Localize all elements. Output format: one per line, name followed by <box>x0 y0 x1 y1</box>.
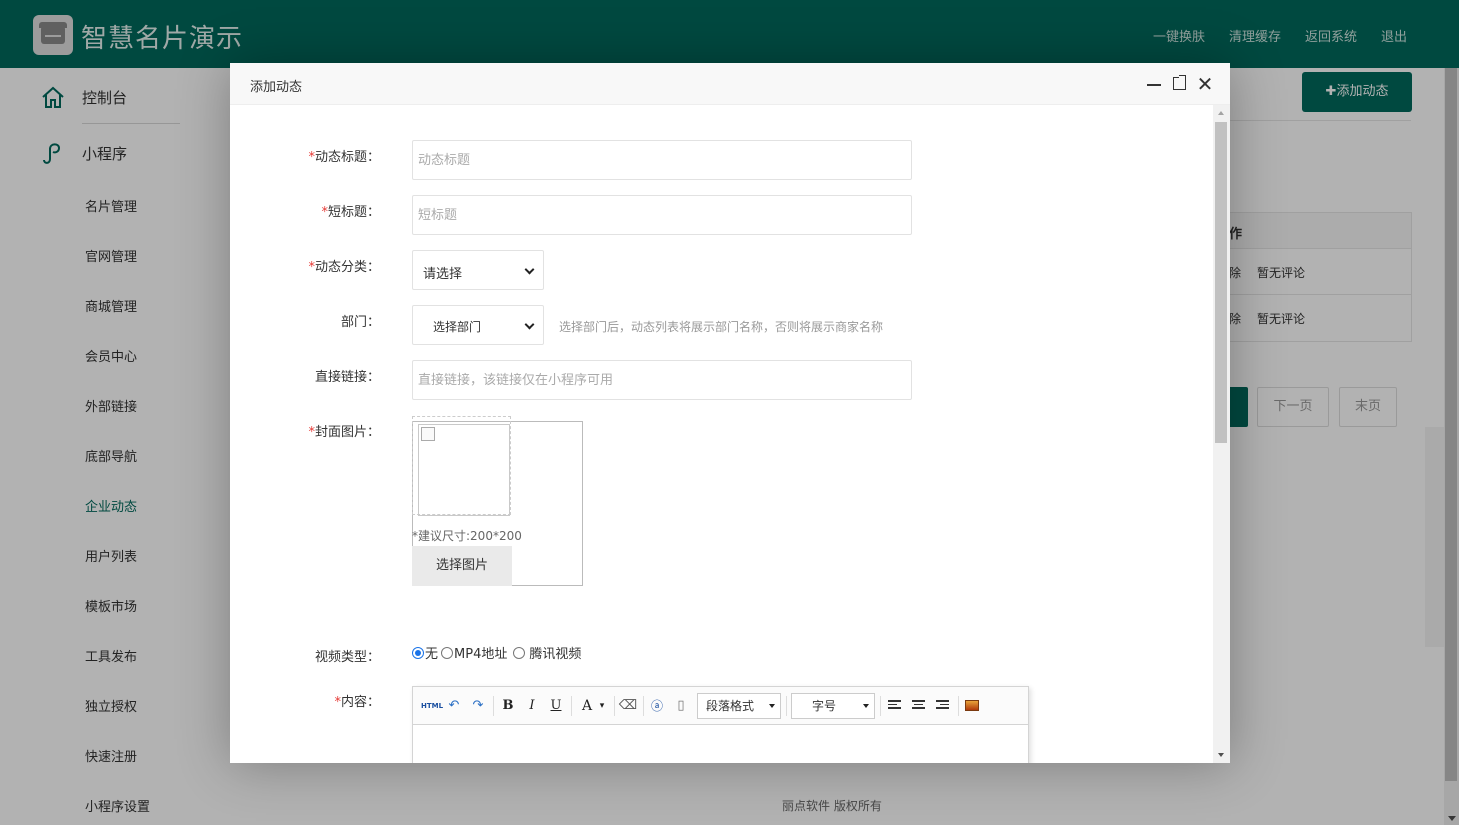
underline-button[interactable]: U <box>547 696 565 716</box>
italic-button[interactable]: I <box>523 696 541 716</box>
title-label: *动态标题： <box>308 150 380 165</box>
cover-size-tip: *建议尺寸:200*200 <box>412 529 522 543</box>
scroll-down-icon <box>1218 753 1224 757</box>
cover-image-placeholder <box>418 424 510 516</box>
title-input[interactable] <box>412 140 912 180</box>
department-label: 部门： <box>340 315 380 330</box>
page-icon[interactable]: ▯ <box>672 696 690 716</box>
insert-image-icon[interactable] <box>965 700 979 711</box>
minimize-icon[interactable] <box>1145 75 1163 93</box>
dialog-title: 添加动态 <box>250 80 303 95</box>
category-label: *动态分类： <box>308 260 380 275</box>
dialog-body: *动态标题： *短标题： *动态分类： 请选择 部门： 选择部门 选择部门后，动… <box>230 105 1230 763</box>
bold-button[interactable]: B <box>499 696 517 716</box>
scrollbar-thumb <box>1215 122 1227 443</box>
maximize-icon[interactable] <box>1171 75 1189 93</box>
department-hint: 选择部门后，动态列表将展示部门名称，否则将展示商家名称 <box>559 320 884 334</box>
align-center-icon[interactable] <box>912 700 925 711</box>
content-label: *内容： <box>334 695 380 710</box>
font-size-select[interactable]: 字号 <box>791 693 875 719</box>
align-left-icon[interactable] <box>888 700 901 711</box>
eraser-icon[interactable]: ⌫ <box>618 696 638 716</box>
choose-image-button[interactable]: 选择图片 <box>412 546 512 586</box>
short-title-label: *短标题： <box>321 205 380 220</box>
undo-icon[interactable]: ↶ <box>445 696 463 716</box>
editor-toolbar: HTML ↶ ↷ B I U A ▾ ⌫ ⓐ ▯ 段落格式 字号 <box>413 687 1028 725</box>
link-label: 直接链接： <box>314 370 380 385</box>
video-type-label: 视频类型： <box>314 650 380 665</box>
department-select[interactable]: 选择部门 <box>412 305 544 345</box>
font-color-dropdown-icon[interactable]: ▾ <box>597 696 607 716</box>
redo-icon[interactable]: ↷ <box>469 696 487 716</box>
align-right-icon[interactable] <box>936 700 949 711</box>
category-select[interactable]: 请选择 <box>412 250 544 290</box>
font-color-button[interactable]: A <box>578 696 596 716</box>
html-source-button[interactable]: HTML <box>421 696 443 716</box>
video-none-radio[interactable] <box>412 646 424 659</box>
direct-link-input[interactable] <box>412 360 912 400</box>
broken-image-icon <box>421 427 435 441</box>
add-news-dialog: 添加动态 ✕ *动态标题： *短标题： *动态分类： 请选择 部门： 选择部门 … <box>230 63 1230 763</box>
video-mp4-radio[interactable] <box>441 646 454 659</box>
close-icon[interactable]: ✕ <box>1196 74 1214 94</box>
rich-text-editor[interactable]: HTML ↶ ↷ B I U A ▾ ⌫ ⓐ ▯ 段落格式 字号 <box>412 686 1029 763</box>
paragraph-format-select[interactable]: 段落格式 <box>697 693 781 719</box>
dialog-header: 添加动态 ✕ <box>230 63 1230 105</box>
scroll-up-icon <box>1218 111 1224 115</box>
chevron-down-icon <box>524 264 535 275</box>
short-title-input[interactable] <box>412 195 912 235</box>
dialog-scrollbar[interactable] <box>1213 105 1230 763</box>
video-tencent-radio[interactable] <box>513 646 526 659</box>
anchor-icon[interactable]: ⓐ <box>648 696 666 716</box>
chevron-down-icon <box>524 319 535 330</box>
cover-label: *封面图片： <box>308 425 380 440</box>
video-type-group: 无 MP4地址 腾讯视频 <box>412 643 584 662</box>
